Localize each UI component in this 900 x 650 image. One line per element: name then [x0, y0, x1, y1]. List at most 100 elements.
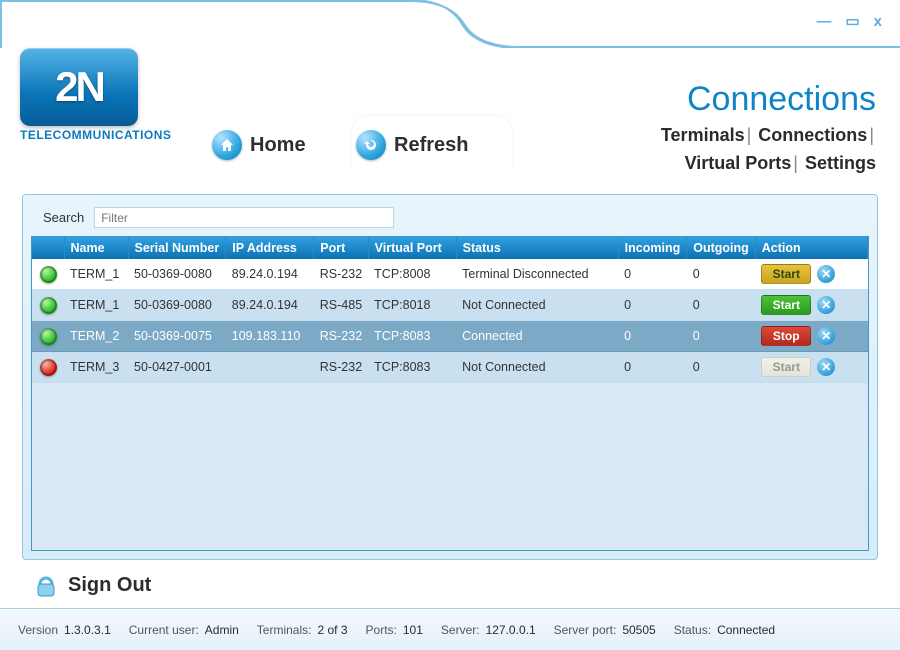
cell-name: TERM_1 — [64, 259, 128, 290]
content-panel: Search Name Serial Number IP Address Por… — [22, 194, 878, 560]
brand-logo: 2N — [20, 48, 138, 126]
cell-ip: 89.24.0.194 — [226, 259, 314, 290]
cell-vport: TCP:8008 — [368, 259, 456, 290]
table-row[interactable]: TERM_250-0369-0075109.183.110RS-232TCP:8… — [32, 321, 868, 352]
refresh-icon — [356, 130, 386, 160]
sb-terms-k: Terminals: — [257, 623, 312, 637]
cell-outgoing: 0 — [687, 290, 756, 321]
sb-terms-v: 2 of 3 — [317, 623, 347, 637]
window-chrome — [0, 0, 900, 48]
row-remove-icon[interactable]: ✕ — [817, 265, 835, 283]
col-ip[interactable]: IP Address — [226, 237, 314, 259]
sb-user-k: Current user: — [129, 623, 199, 637]
cell-name: TERM_2 — [64, 321, 128, 352]
sb-version-v: 1.3.0.3.1 — [64, 623, 111, 637]
sb-ports-k: Ports: — [366, 623, 397, 637]
row-remove-icon[interactable]: ✕ — [817, 327, 835, 345]
sb-sport-k: Server port: — [554, 623, 617, 637]
row-remove-icon[interactable]: ✕ — [817, 358, 835, 376]
row-action-button: Start — [761, 357, 811, 377]
connections-table: Name Serial Number IP Address Port Virtu… — [31, 236, 869, 551]
page-title: Connections — [687, 80, 876, 119]
col-status-dot[interactable] — [32, 237, 64, 259]
col-outgoing[interactable]: Outgoing — [687, 237, 756, 259]
sb-status-k: Status: — [674, 623, 711, 637]
status-dot-icon — [40, 328, 57, 345]
cell-outgoing: 0 — [687, 352, 756, 383]
cell-incoming: 0 — [618, 290, 687, 321]
col-port[interactable]: Port — [314, 237, 368, 259]
cell-vport: TCP:8018 — [368, 290, 456, 321]
restore-button[interactable]: ▭ — [845, 14, 859, 29]
sb-status-v: Connected — [717, 623, 775, 637]
cell-ip: 89.24.0.194 — [226, 290, 314, 321]
row-action-button[interactable]: Stop — [761, 326, 811, 346]
cell-incoming: 0 — [618, 321, 687, 352]
home-button[interactable]: Home — [212, 130, 306, 160]
status-dot-icon — [40, 359, 57, 376]
cell-ip: 109.183.110 — [226, 321, 314, 352]
cell-serial: 50-0369-0080 — [128, 290, 226, 321]
cell-vport: TCP:8083 — [368, 321, 456, 352]
cell-serial: 50-0369-0075 — [128, 321, 226, 352]
table-row[interactable]: TERM_350-0427-0001 RS-232TCP:8083Not Conn… — [32, 352, 868, 383]
sb-ports-v: 101 — [403, 623, 423, 637]
cell-status: Connected — [456, 321, 618, 352]
brand-logo-text: 2N — [55, 63, 103, 111]
sb-server-k: Server: — [441, 623, 480, 637]
sb-version-k: Version — [18, 623, 58, 637]
minimize-button[interactable]: — — [816, 14, 831, 29]
cell-port: RS-485 — [314, 290, 368, 321]
cell-port: RS-232 — [314, 321, 368, 352]
status-dot-icon — [40, 266, 57, 283]
cell-status: Terminal Disconnected — [456, 259, 618, 290]
col-incoming[interactable]: Incoming — [618, 237, 687, 259]
cell-serial: 50-0369-0080 — [128, 259, 226, 290]
sb-sport-v: 50505 — [622, 623, 655, 637]
home-label: Home — [250, 134, 306, 157]
table-row[interactable]: TERM_150-0369-008089.24.0.194RS-485TCP:8… — [32, 290, 868, 321]
close-window-button[interactable]: x — [874, 14, 882, 29]
cell-port: RS-232 — [314, 259, 368, 290]
sign-out-label: Sign Out — [68, 574, 151, 597]
cell-ip — [226, 352, 314, 383]
nav-terminals[interactable]: Terminals — [661, 125, 745, 145]
status-dot-icon — [40, 297, 57, 314]
table-row[interactable]: TERM_150-0369-008089.24.0.194RS-232TCP:8… — [32, 259, 868, 290]
row-action-button[interactable]: Start — [761, 295, 811, 315]
cell-vport: TCP:8083 — [368, 352, 456, 383]
nav-settings[interactable]: Settings — [805, 153, 876, 173]
search-label: Search — [43, 210, 84, 225]
cell-status: Not Connected — [456, 290, 618, 321]
cell-name: TERM_1 — [64, 290, 128, 321]
col-name[interactable]: Name — [64, 237, 128, 259]
cell-outgoing: 0 — [687, 259, 756, 290]
refresh-label: Refresh — [394, 134, 468, 157]
col-serial[interactable]: Serial Number — [128, 237, 226, 259]
page-nav: Terminals| Connections| Virtual Ports| S… — [661, 122, 876, 178]
refresh-button[interactable]: Refresh — [356, 130, 468, 160]
cell-name: TERM_3 — [64, 352, 128, 383]
cell-outgoing: 0 — [687, 321, 756, 352]
cell-incoming: 0 — [618, 259, 687, 290]
row-remove-icon[interactable]: ✕ — [817, 296, 835, 314]
status-bar: Version 1.3.0.3.1 Current user: Admin Te… — [0, 608, 900, 650]
nav-virtualports[interactable]: Virtual Ports — [685, 153, 792, 173]
cell-serial: 50-0427-0001 — [128, 352, 226, 383]
cell-status: Not Connected — [456, 352, 618, 383]
sb-server-v: 127.0.0.1 — [486, 623, 536, 637]
search-input[interactable] — [94, 207, 394, 228]
row-action-button[interactable]: Start — [761, 264, 811, 284]
table-header-row: Name Serial Number IP Address Port Virtu… — [32, 237, 868, 259]
sb-user-v: Admin — [205, 623, 239, 637]
nav-connections[interactable]: Connections — [758, 125, 867, 145]
col-vport[interactable]: Virtual Port — [368, 237, 456, 259]
sign-out-button[interactable]: Sign Out — [28, 568, 169, 602]
cell-port: RS-232 — [314, 352, 368, 383]
col-action[interactable]: Action — [755, 237, 867, 259]
home-icon — [212, 130, 242, 160]
col-status[interactable]: Status — [456, 237, 618, 259]
lock-icon — [34, 572, 58, 598]
brand-logo-sub: TELECOMMUNICATIONS — [20, 128, 171, 142]
cell-incoming: 0 — [618, 352, 687, 383]
